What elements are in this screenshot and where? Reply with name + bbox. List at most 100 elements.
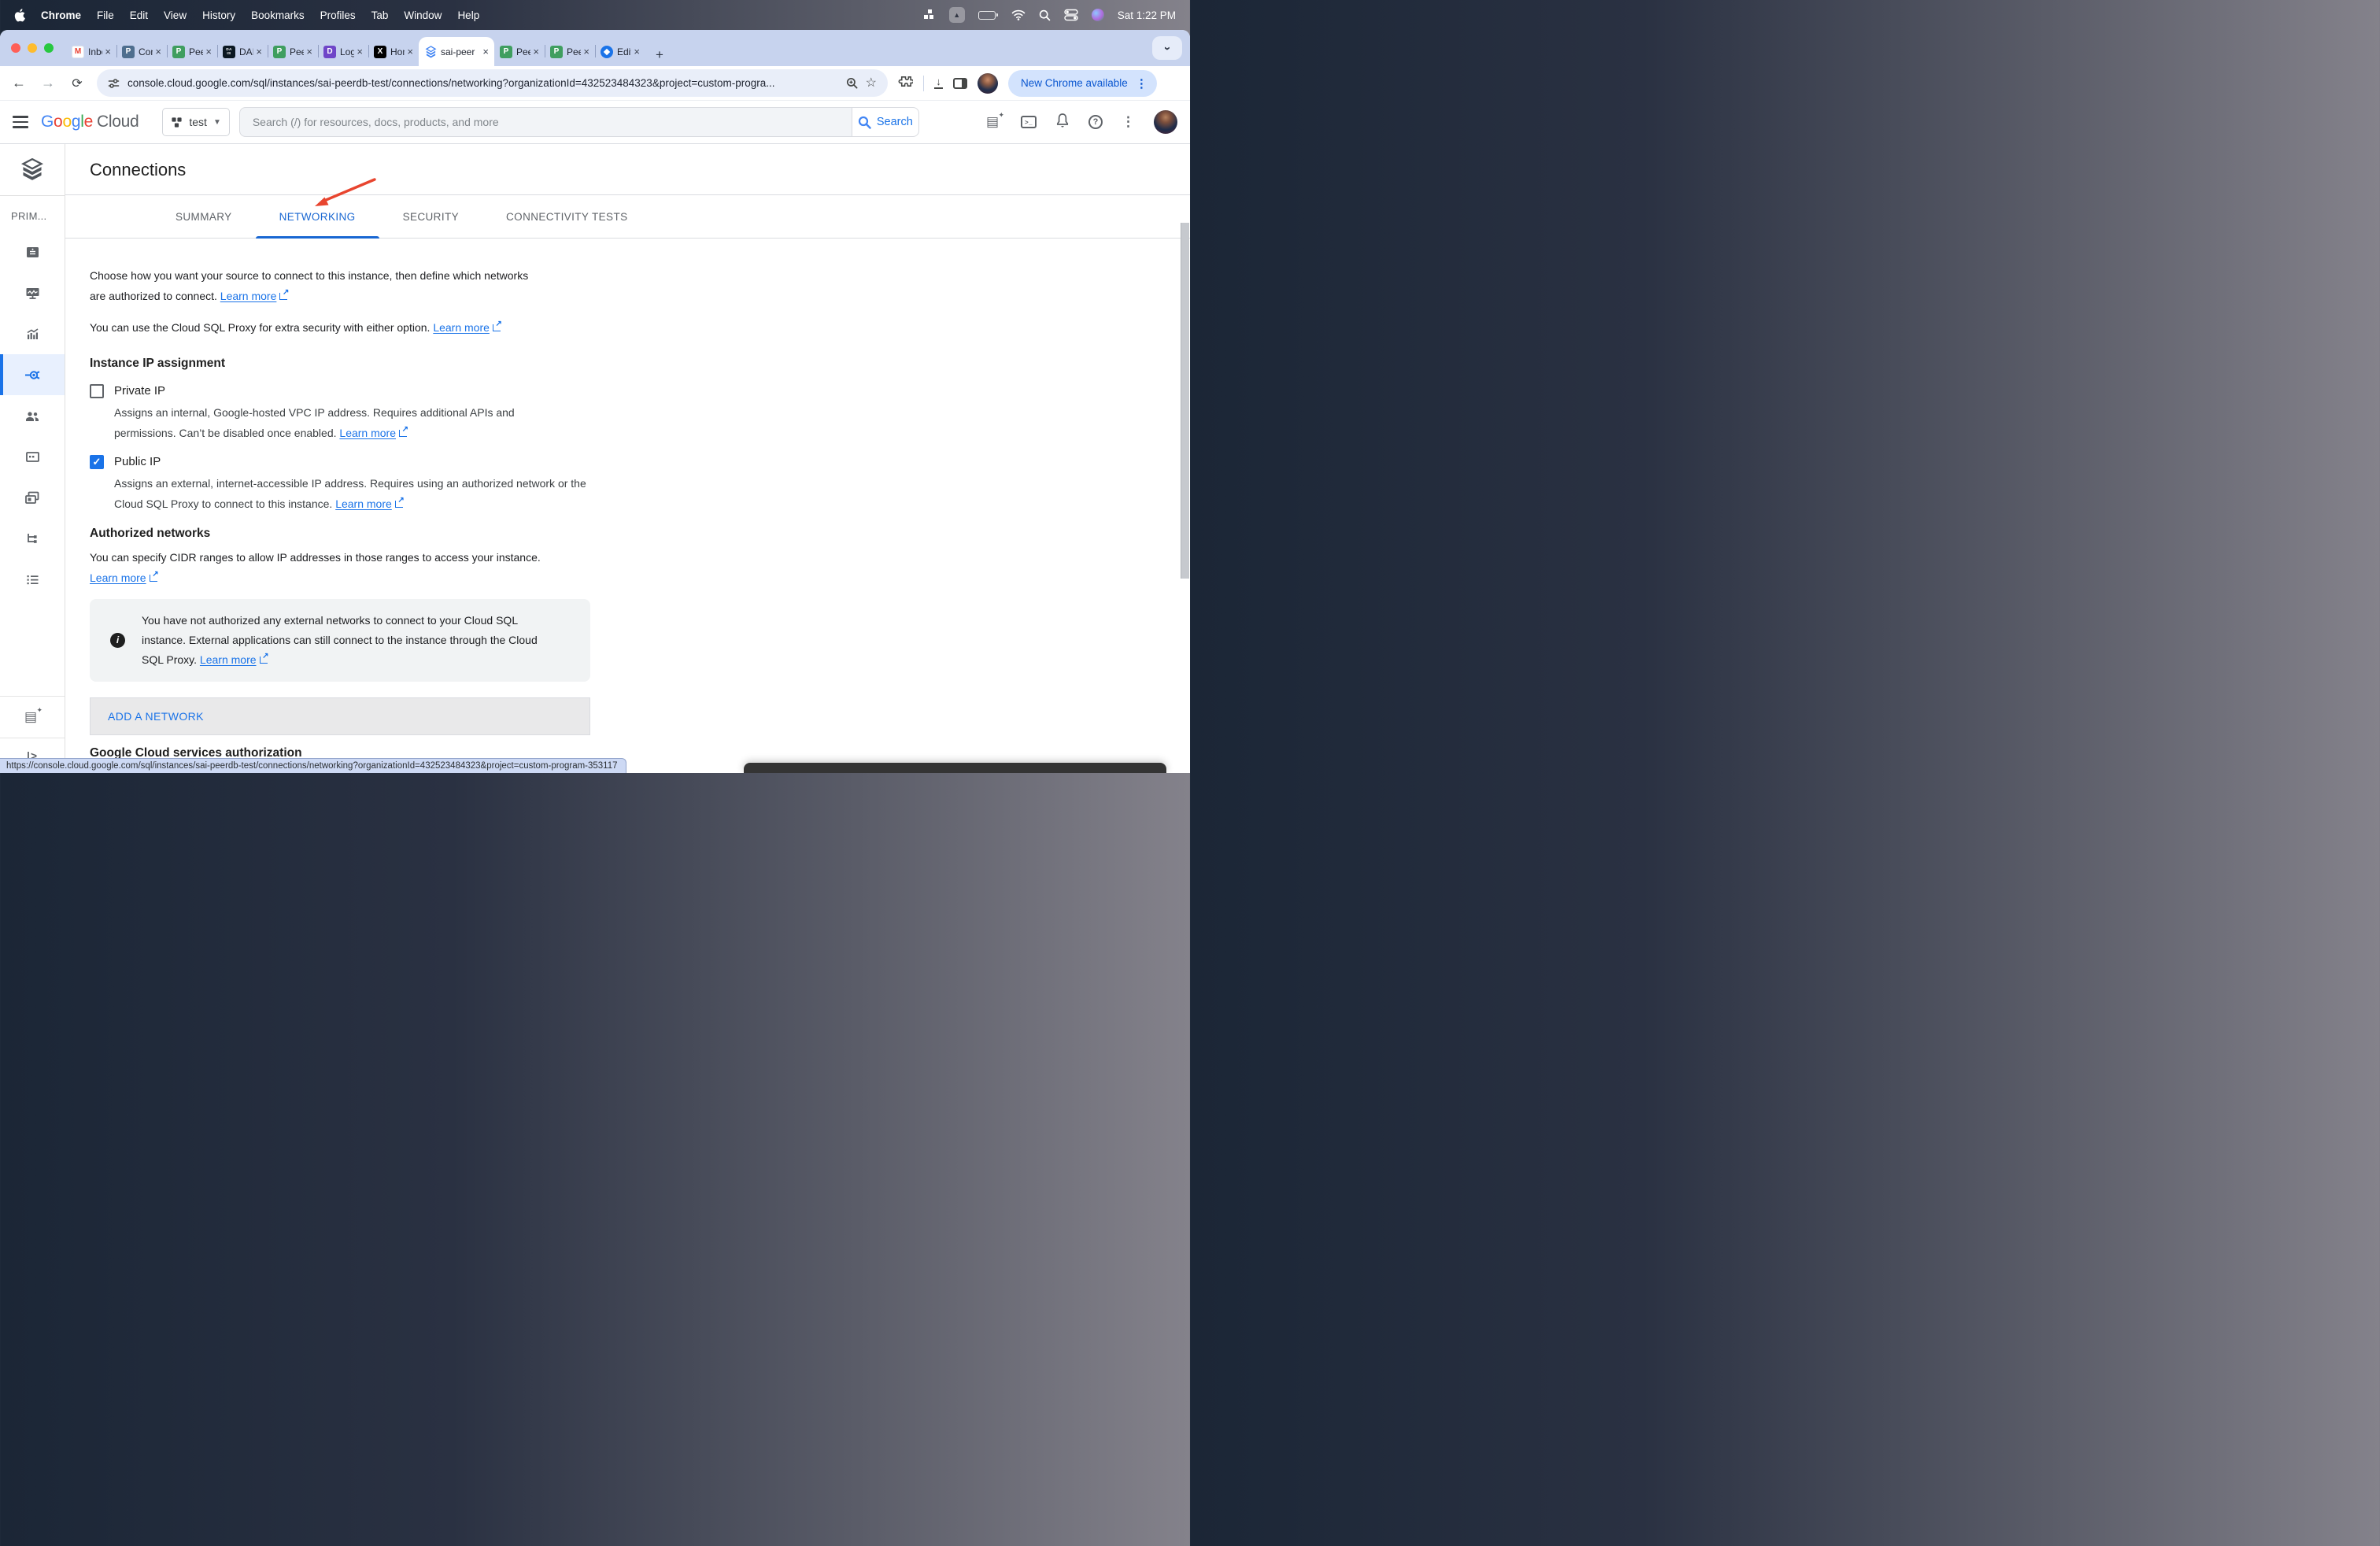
add-network-button[interactable]: ADD A NETWORK bbox=[90, 697, 590, 735]
wifi-icon[interactable] bbox=[1011, 9, 1026, 20]
close-tab-icon[interactable]: × bbox=[306, 46, 312, 57]
sidebar-item-operations[interactable] bbox=[0, 559, 65, 600]
more-options-icon[interactable]: ⋮ bbox=[1122, 114, 1135, 130]
tab-summary[interactable]: SUMMARY bbox=[152, 195, 256, 238]
address-bar[interactable]: console.cloud.google.com/sql/instances/s… bbox=[97, 69, 888, 97]
sidebar-item-replicas[interactable] bbox=[0, 518, 65, 559]
menubar-bookmarks[interactable]: Bookmarks bbox=[251, 9, 305, 21]
help-icon[interactable]: ? bbox=[1088, 115, 1103, 129]
sidebar-item-connections[interactable] bbox=[0, 354, 65, 395]
minimize-window-button[interactable] bbox=[28, 43, 37, 53]
tab-editing-doc[interactable]: Editing "× bbox=[595, 37, 645, 66]
pip-video-bar[interactable] bbox=[744, 763, 1166, 773]
private-ip-checkbox[interactable] bbox=[90, 384, 104, 398]
extensions-icon[interactable] bbox=[898, 74, 913, 93]
learn-more-link[interactable]: Learn more bbox=[339, 427, 396, 439]
gcloud-search-input[interactable]: Search (/) for resources, docs, products… bbox=[239, 107, 852, 137]
menubar-app-chrome[interactable]: Chrome bbox=[41, 9, 81, 21]
back-button[interactable]: ← bbox=[9, 75, 28, 91]
browser-menu-icon[interactable]: ⋮ bbox=[1136, 76, 1148, 91]
menubar-clock[interactable]: Sat 1:22 PM bbox=[1118, 9, 1176, 21]
tab-inbox[interactable]: MInbox (5× bbox=[66, 37, 116, 66]
nav-menu-icon[interactable] bbox=[13, 116, 28, 128]
tab-security[interactable]: SECURITY bbox=[379, 195, 482, 238]
sidebar-item-overview[interactable] bbox=[0, 231, 65, 272]
learn-more-link[interactable]: Learn more bbox=[200, 653, 257, 666]
tab-log-explorer[interactable]: DLog Expl× bbox=[318, 37, 368, 66]
menubar-profiles[interactable]: Profiles bbox=[320, 9, 356, 21]
learn-more-link[interactable]: Learn more bbox=[90, 571, 146, 584]
side-panel-icon[interactable] bbox=[953, 78, 967, 89]
sidebar-item-system-insights[interactable] bbox=[0, 313, 65, 354]
blocks-icon[interactable] bbox=[923, 9, 936, 21]
tab-connectivity-tests[interactable]: CONNECTIVITY TESTS bbox=[482, 195, 651, 238]
external-link-icon bbox=[260, 656, 268, 664]
close-tab-icon[interactable]: × bbox=[357, 46, 363, 57]
close-tab-icon[interactable]: × bbox=[105, 46, 111, 57]
cloud-sql-icon bbox=[424, 46, 437, 58]
sidebar-item-backups[interactable] bbox=[0, 477, 65, 518]
close-tab-icon[interactable]: × bbox=[407, 46, 413, 57]
tab-networking[interactable]: NETWORKING bbox=[256, 195, 379, 238]
tab-peerdb-2[interactable]: PPeerdb (× bbox=[268, 37, 318, 66]
siri-icon[interactable] bbox=[1092, 9, 1104, 21]
zoom-page-icon[interactable] bbox=[846, 77, 858, 89]
menubar-window[interactable]: Window bbox=[404, 9, 442, 21]
tab-conference[interactable]: PConferen× bbox=[116, 37, 167, 66]
tab-dais24[interactable]: DAISDAIS24 (× bbox=[217, 37, 268, 66]
close-tab-icon[interactable]: × bbox=[533, 46, 539, 57]
close-tab-icon[interactable]: × bbox=[634, 46, 640, 57]
close-tab-icon[interactable]: × bbox=[205, 46, 212, 57]
new-tab-button[interactable]: + bbox=[649, 44, 671, 66]
menubar-tab[interactable]: Tab bbox=[371, 9, 389, 21]
gcloud-search-button[interactable]: Search bbox=[852, 107, 919, 137]
page-title: Connections bbox=[65, 144, 1190, 182]
menubar-history[interactable]: History bbox=[202, 9, 235, 21]
public-ip-checkbox[interactable]: ✓ bbox=[90, 455, 104, 469]
control-center-icon[interactable] bbox=[1064, 9, 1078, 21]
battery-icon[interactable] bbox=[978, 11, 998, 20]
tab-x-home[interactable]: XHome / X× bbox=[368, 37, 419, 66]
menubar-view[interactable]: View bbox=[164, 9, 187, 21]
chrome-update-button[interactable]: New Chrome available⋮ bbox=[1008, 70, 1157, 97]
site-settings-icon[interactable] bbox=[108, 78, 120, 89]
browser-profile-avatar[interactable] bbox=[978, 73, 998, 94]
close-tab-icon[interactable]: × bbox=[155, 46, 161, 57]
tab-sai-peerdb-active[interactable]: sai-peer× bbox=[419, 37, 494, 66]
maximize-window-button[interactable] bbox=[44, 43, 54, 53]
sidebar-item-monitoring[interactable] bbox=[0, 272, 65, 313]
reload-button[interactable]: ⟳ bbox=[68, 76, 87, 91]
tab-peerdb-3[interactable]: PPeerdb (× bbox=[494, 37, 545, 66]
menubar-file[interactable]: File bbox=[97, 9, 114, 21]
sidebar-item-users[interactable] bbox=[0, 395, 65, 436]
notifications-bell-icon[interactable] bbox=[1055, 113, 1070, 132]
menubar-help[interactable]: Help bbox=[457, 9, 479, 21]
forward-button[interactable]: → bbox=[39, 75, 57, 91]
spotlight-search-icon[interactable] bbox=[1039, 9, 1051, 21]
sidebar-release-notes[interactable]: ▤✦ bbox=[0, 697, 65, 738]
learn-more-link[interactable]: Learn more bbox=[433, 321, 490, 334]
tab-peerdb-4[interactable]: PPeerdb (× bbox=[545, 37, 595, 66]
bookmark-star-icon[interactable]: ☆ bbox=[866, 77, 877, 90]
menubar-edit[interactable]: Edit bbox=[130, 9, 148, 21]
url-text[interactable]: console.cloud.google.com/sql/instances/s… bbox=[128, 77, 838, 89]
apple-icon[interactable] bbox=[14, 9, 25, 22]
close-tab-icon[interactable]: × bbox=[256, 46, 262, 57]
close-tab-icon[interactable]: × bbox=[583, 46, 589, 57]
close-tab-icon[interactable]: × bbox=[482, 46, 489, 57]
cloud-shell-icon[interactable]: >_ bbox=[1021, 116, 1037, 128]
project-selector[interactable]: test ▼ bbox=[162, 108, 229, 136]
close-window-button[interactable] bbox=[11, 43, 20, 53]
dais24-icon: DAIS bbox=[223, 46, 235, 58]
google-cloud-logo[interactable]: Google Cloud bbox=[41, 113, 139, 131]
sidebar-item-databases[interactable] bbox=[0, 436, 65, 477]
learn-more-link[interactable]: Learn more bbox=[335, 497, 392, 510]
learn-more-link[interactable]: Learn more bbox=[220, 290, 277, 302]
tab-search-button[interactable]: › bbox=[1152, 36, 1182, 60]
account-avatar[interactable] bbox=[1154, 110, 1177, 134]
tab-peerdb-1[interactable]: PPeerdb (× bbox=[167, 37, 217, 66]
vertical-scrollbar[interactable] bbox=[1181, 223, 1189, 579]
downloads-icon[interactable]: ↓ bbox=[934, 78, 943, 89]
menubar-app-icon[interactable]: ▲ bbox=[949, 7, 965, 23]
release-notes-icon[interactable]: ▤✦ bbox=[986, 114, 1002, 130]
